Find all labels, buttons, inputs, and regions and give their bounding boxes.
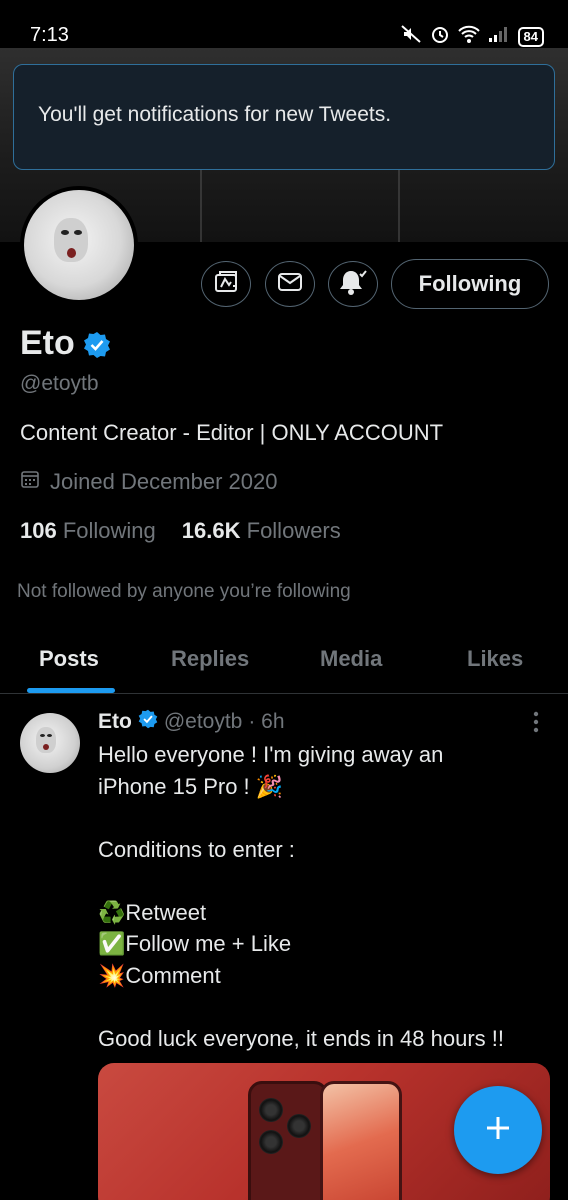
- post-avatar[interactable]: [20, 713, 80, 773]
- notification-toast[interactable]: You'll get notifications for new Tweets.: [13, 64, 555, 170]
- avatar-mask-figure: [36, 727, 56, 753]
- post-line: iPhone 15 Pro ! 🎉: [98, 773, 284, 799]
- profile-bio: Content Creator - Editor | ONLY ACCOUNT: [20, 420, 444, 445]
- alarm-icon: [430, 24, 450, 49]
- banner-image-detail: [200, 168, 400, 242]
- message-button[interactable]: [265, 261, 315, 307]
- post-author-handle: @etoytb: [163, 710, 243, 733]
- follow-stats: 106 Following 16.6K Followers: [20, 518, 341, 544]
- post-line: Good luck everyone, it ends in 48 hours …: [98, 1025, 505, 1051]
- notification-bell-icon: [338, 268, 368, 301]
- post-line: [98, 991, 553, 1023]
- following-count: 106: [20, 518, 57, 543]
- post-author-name[interactable]: Eto: [98, 710, 132, 734]
- post-line: [98, 865, 553, 897]
- avatar-mask-figure: [54, 218, 88, 262]
- message-icon: [277, 271, 303, 298]
- tab-likes[interactable]: Likes: [467, 646, 523, 672]
- post-header: Eto @etoytb · 6h: [98, 709, 285, 735]
- toast-message: You'll get notifications for new Tweets.: [38, 103, 392, 126]
- phone-back-image: [248, 1081, 328, 1200]
- compose-plus-icon: [483, 1113, 513, 1148]
- post-line: Hello everyone ! I'm giving away an: [98, 742, 444, 767]
- followers-count: 16.6K: [181, 518, 241, 543]
- followers-link[interactable]: 16.6K Followers: [182, 518, 341, 544]
- profile-avatar[interactable]: [20, 186, 138, 304]
- grok-icon: [213, 270, 239, 299]
- status-time: 7:13: [30, 24, 69, 46]
- post-timestamp: · 6h: [248, 710, 285, 733]
- mutual-followers-note: Not followed by anyone you’re following: [17, 581, 351, 602]
- phone-front-image: [320, 1081, 402, 1200]
- mute-icon: [400, 24, 422, 49]
- post-line: ✅Follow me + Like: [98, 931, 292, 956]
- profile-tabs: Posts Replies Media Likes: [0, 630, 568, 694]
- post-line: Conditions to enter :: [98, 836, 295, 862]
- following-button[interactable]: Following: [391, 259, 549, 309]
- following-label: Following: [62, 518, 156, 543]
- post-text: Hello everyone ! I'm giving away an iPho…: [98, 739, 553, 1054]
- joined-text: Joined December 2020: [50, 469, 278, 494]
- tab-posts[interactable]: Posts: [39, 646, 99, 672]
- followers-label: Followers: [246, 518, 341, 543]
- post-line: 💥Comment: [98, 962, 221, 988]
- battery-level: 84: [517, 26, 544, 47]
- post-verified-badge-icon: [138, 709, 158, 735]
- grok-button[interactable]: [201, 261, 251, 307]
- post-line: [98, 802, 553, 834]
- verified-badge-icon: [83, 331, 111, 364]
- calendar-icon: [20, 469, 40, 495]
- compose-button[interactable]: [454, 1086, 542, 1174]
- joined-date: Joined December 2020: [20, 469, 277, 495]
- profile-handle: @etoytb: [20, 372, 99, 395]
- tab-media[interactable]: Media: [320, 646, 382, 672]
- status-icons: 84: [400, 24, 544, 49]
- more-options-icon[interactable]: [526, 711, 546, 733]
- following-link[interactable]: 106 Following: [20, 518, 156, 544]
- active-tab-indicator: [27, 688, 115, 693]
- post-line: ♻️Retweet: [98, 899, 207, 925]
- signal-icon: [488, 25, 510, 48]
- wifi-icon: [457, 25, 480, 48]
- profile-name: Eto: [20, 324, 75, 362]
- tab-replies[interactable]: Replies: [171, 646, 249, 672]
- notifications-button[interactable]: [328, 261, 378, 307]
